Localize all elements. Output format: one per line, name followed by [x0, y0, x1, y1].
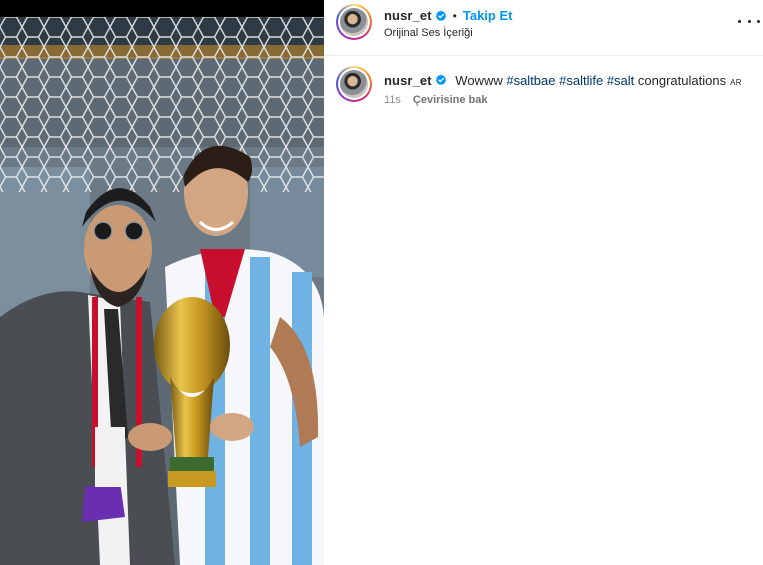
hashtag-link[interactable]: #saltbae	[506, 73, 555, 88]
verified-badge-icon	[435, 74, 446, 85]
caption-prefix: Wowww	[455, 73, 507, 88]
post-header: nusr_et • Takip Et Orijinal Ses İçeriği	[324, 0, 763, 56]
more-options-icon[interactable]	[738, 12, 760, 30]
post-details-panel: nusr_et • Takip Et Orijinal Ses İçeriği …	[324, 0, 763, 565]
avatar-image	[340, 8, 368, 36]
media-letterbox	[0, 0, 324, 17]
more-dot	[738, 19, 741, 23]
hashtag-link[interactable]: #salt	[607, 73, 634, 88]
verified-badge-icon	[435, 10, 446, 21]
photo-illustration	[0, 17, 324, 565]
author-username[interactable]: nusr_et	[384, 8, 432, 23]
caption-avatar[interactable]	[336, 66, 372, 102]
hashtag-link[interactable]: #saltlife	[559, 73, 603, 88]
separator-dot: •	[452, 8, 457, 23]
avatar-image	[340, 70, 368, 98]
post-modal: nusr_et • Takip Et Orijinal Ses İçeriği …	[0, 0, 763, 565]
post-photo	[0, 17, 324, 565]
more-dot	[747, 19, 751, 23]
author-avatar[interactable]	[336, 4, 372, 40]
post-time[interactable]: 11s	[384, 94, 401, 106]
caption-text: nusr_et Wowww #saltbae #saltlife #salt c…	[384, 73, 742, 88]
post-media[interactable]	[0, 0, 324, 565]
caption-meta: 11s Çevirisine bak	[384, 94, 488, 106]
header-author-line: nusr_et • Takip Et	[384, 8, 512, 23]
follow-button[interactable]: Takip Et	[463, 8, 513, 23]
see-translation-button[interactable]: Çevirisine bak	[413, 94, 488, 106]
more-dot	[757, 19, 760, 23]
caption-suffix: congratulations	[634, 73, 727, 88]
audio-label[interactable]: Orijinal Ses İçeriği	[384, 27, 473, 39]
language-badge: AR	[730, 78, 742, 87]
caption-username[interactable]: nusr_et	[384, 73, 432, 88]
